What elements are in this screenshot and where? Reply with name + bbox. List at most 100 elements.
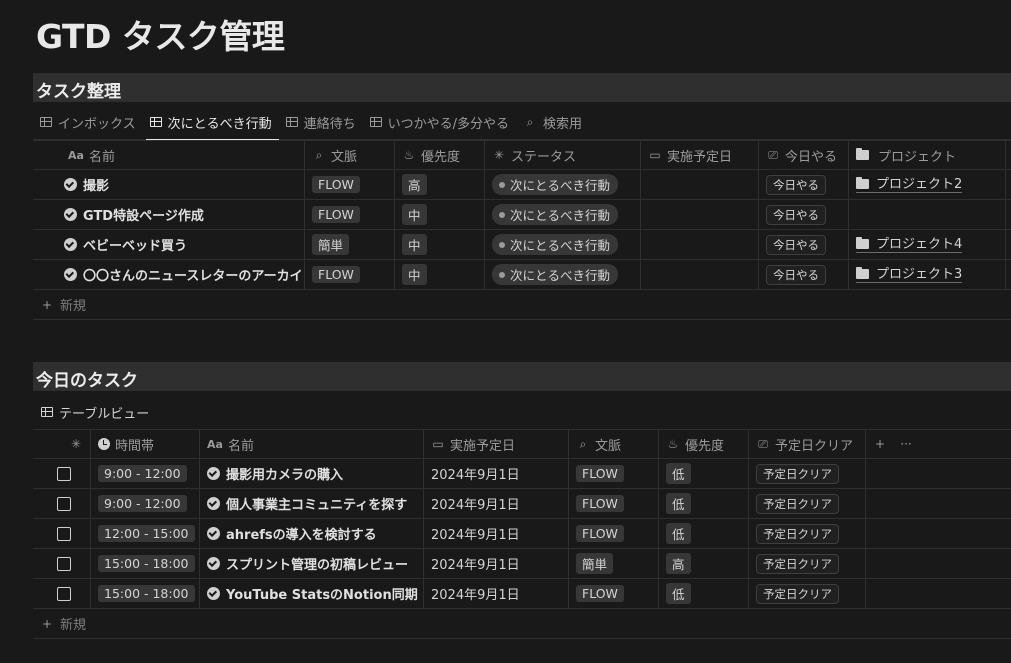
time-cell[interactable]: 15:00 - 18:00 [91, 549, 200, 578]
context-cell[interactable]: 簡単 [305, 230, 395, 259]
context-cell[interactable]: FLOW [305, 170, 395, 199]
status-cell[interactable]: 次にとるべき行動 [485, 200, 641, 229]
context-cell[interactable]: FLOW [305, 200, 395, 229]
priority-cell[interactable]: 高 [659, 549, 749, 578]
col-header-today[interactable]: ⎚ 今日やる [759, 141, 849, 169]
context-cell[interactable]: 簡単 [569, 549, 659, 578]
table-row[interactable]: 〇〇さんのニュースレターのアーカイブ FLOW 中 次にとるべき行動 今日やる … [33, 260, 1011, 290]
more-options-button[interactable]: ··· [899, 437, 913, 451]
done-checkbox[interactable] [57, 586, 71, 601]
done-checkbox[interactable] [57, 556, 71, 571]
col-header-date[interactable]: ▭ 実施予定日 [641, 141, 759, 169]
context-cell[interactable]: FLOW [569, 579, 659, 608]
project-cell[interactable]: プロジェクト3 [849, 260, 1006, 289]
priority-cell[interactable]: 低 [659, 489, 749, 518]
row-name-cell[interactable]: ベビーベッド買う [33, 230, 305, 259]
table-row[interactable]: 9:00 - 12:00 撮影用カメラの購入 2024年9月1日 FLOW 低 … [33, 459, 1011, 489]
col-header-status[interactable]: ✳ [33, 430, 91, 458]
priority-cell[interactable]: 中 [395, 230, 485, 259]
view-tab-table[interactable]: テーブルビュー [33, 398, 149, 426]
row-name-cell[interactable]: 〇〇さんのニュースレターのアーカイブ [33, 260, 305, 289]
col-header-date[interactable]: ▭ 実施予定日 [424, 430, 569, 458]
context-cell[interactable]: FLOW [569, 459, 659, 488]
row-name-cell[interactable]: 撮影用カメラの購入 [200, 459, 424, 488]
date-cell[interactable]: 2024年9月1日 [424, 459, 569, 488]
done-checkbox[interactable] [57, 466, 71, 481]
row-name-cell[interactable]: スプリント管理の初稿レビュー [200, 549, 424, 578]
tab-inbox[interactable]: インボックス [33, 105, 143, 140]
tab-next-actions[interactable]: 次にとるべき行動 [143, 105, 279, 141]
col-header-context[interactable]: ⌕ 文脈 [569, 430, 659, 458]
clear-date-button[interactable]: 予定日クリア [756, 523, 839, 544]
table-row[interactable]: 15:00 - 18:00 YouTube StatsのNotion同期 202… [33, 579, 1011, 609]
col-header-time[interactable]: 時間帯 [91, 430, 200, 458]
project-cell[interactable]: プロジェクト2 [849, 170, 1006, 199]
table-row[interactable]: 撮影 FLOW 高 次にとるべき行動 今日やる プロジェクト2 [33, 170, 1011, 200]
tab-search[interactable]: ⌕ 検索用 [516, 105, 589, 140]
row-name-cell[interactable]: 撮影 [33, 170, 305, 199]
table-row[interactable]: ベビーベッド買う 簡単 中 次にとるべき行動 今日やる プロジェクト4 [33, 230, 1011, 260]
col-header-name[interactable]: Aa 名前 [200, 430, 424, 458]
project-link[interactable]: プロジェクト3 [856, 267, 963, 283]
date-cell[interactable] [641, 170, 759, 199]
context-cell[interactable]: FLOW [305, 260, 395, 289]
table-row[interactable]: GTD特設ページ作成 FLOW 中 次にとるべき行動 今日やる [33, 200, 1011, 230]
col-header-clear[interactable]: ⎚ 予定日クリア [749, 430, 866, 458]
date-cell[interactable] [641, 230, 759, 259]
date-cell[interactable]: 2024年9月1日 [424, 519, 569, 548]
time-cell[interactable]: 15:00 - 18:00 [91, 579, 200, 608]
clear-date-button[interactable]: 予定日クリア [756, 553, 839, 574]
date-cell[interactable]: 2024年9月1日 [424, 489, 569, 518]
add-property-button[interactable]: + [873, 437, 887, 451]
tab-waiting[interactable]: 連絡待ち [279, 105, 363, 140]
priority-cell[interactable]: 高 [395, 170, 485, 199]
status-cell[interactable]: 次にとるべき行動 [485, 260, 641, 289]
new-row-button[interactable]: + 新規 [33, 609, 1011, 639]
time-cell[interactable]: 12:00 - 15:00 [91, 519, 200, 548]
col-header-priority[interactable]: ♨ 優先度 [659, 430, 749, 458]
table-row[interactable]: 9:00 - 12:00 個人事業主コミュニティを探す 2024年9月1日 FL… [33, 489, 1011, 519]
col-header-project[interactable]: プロジェクト [849, 141, 1006, 169]
done-checkbox[interactable] [57, 496, 71, 511]
today-button[interactable]: 今日やる [766, 204, 826, 225]
clear-date-button[interactable]: 予定日クリア [756, 583, 839, 604]
date-cell[interactable] [641, 200, 759, 229]
clear-date-button[interactable]: 予定日クリア [756, 463, 839, 484]
table-icon [149, 117, 162, 127]
new-row-button[interactable]: + 新規 [33, 290, 1011, 320]
context-cell[interactable]: FLOW [569, 489, 659, 518]
col-header-name[interactable]: Aa 名前 [33, 141, 305, 169]
priority-cell[interactable]: 中 [395, 260, 485, 289]
date-cell[interactable]: 2024年9月1日 [424, 579, 569, 608]
today-button[interactable]: 今日やる [766, 264, 826, 285]
priority-cell[interactable]: 低 [659, 459, 749, 488]
status-cell[interactable]: 次にとるべき行動 [485, 170, 641, 199]
time-cell[interactable]: 9:00 - 12:00 [91, 489, 200, 518]
priority-cell[interactable]: 低 [659, 579, 749, 608]
tab-someday[interactable]: いつかやる/多分やる [363, 105, 516, 140]
col-header-priority[interactable]: ♨ 優先度 [395, 141, 485, 169]
table-row[interactable]: 15:00 - 18:00 スプリント管理の初稿レビュー 2024年9月1日 簡… [33, 549, 1011, 579]
priority-cell[interactable]: 低 [659, 519, 749, 548]
today-button[interactable]: 今日やる [766, 174, 826, 195]
row-name-cell[interactable]: 個人事業主コミュニティを探す [200, 489, 424, 518]
row-name-cell[interactable]: ahrefsの導入を検討する [200, 519, 424, 548]
table-row[interactable]: 12:00 - 15:00 ahrefsの導入を検討する 2024年9月1日 F… [33, 519, 1011, 549]
date-cell[interactable]: 2024年9月1日 [424, 549, 569, 578]
project-cell[interactable] [849, 200, 1006, 229]
context-cell[interactable]: FLOW [569, 519, 659, 548]
project-link[interactable]: プロジェクト2 [856, 177, 963, 193]
status-cell[interactable]: 次にとるべき行動 [485, 230, 641, 259]
row-name-cell[interactable]: YouTube StatsのNotion同期 [200, 579, 424, 608]
project-cell[interactable]: プロジェクト4 [849, 230, 1006, 259]
date-cell[interactable] [641, 260, 759, 289]
col-header-status[interactable]: ✳ ステータス [485, 141, 641, 169]
row-name-cell[interactable]: GTD特設ページ作成 [33, 200, 305, 229]
clear-date-button[interactable]: 予定日クリア [756, 493, 839, 514]
col-header-context[interactable]: ⌕ 文脈 [305, 141, 395, 169]
today-button[interactable]: 今日やる [766, 234, 826, 255]
priority-cell[interactable]: 中 [395, 200, 485, 229]
project-link[interactable]: プロジェクト4 [856, 237, 963, 253]
done-checkbox[interactable] [57, 526, 71, 541]
time-cell[interactable]: 9:00 - 12:00 [91, 459, 200, 488]
